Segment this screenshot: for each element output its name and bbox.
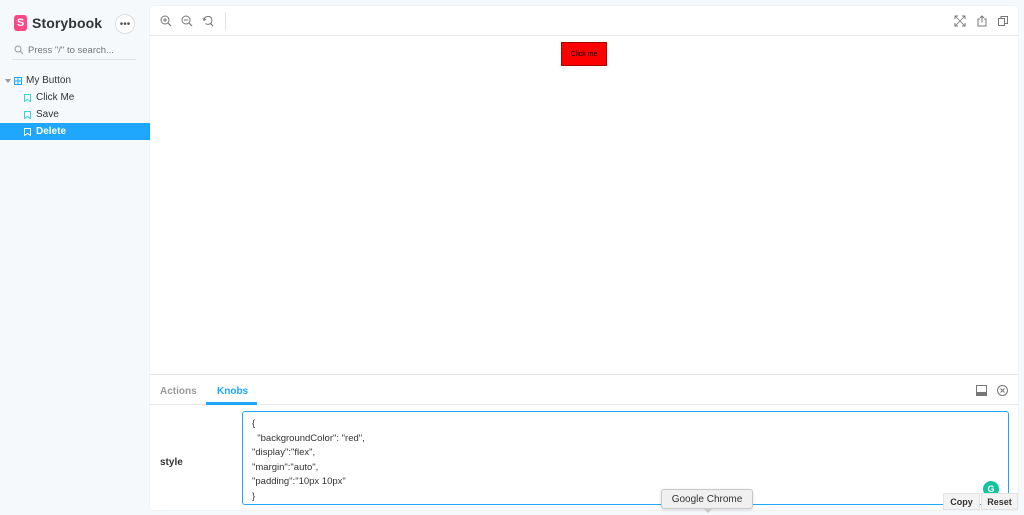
brand-title: Storybook xyxy=(32,15,103,31)
zoom-in-button[interactable] xyxy=(159,14,173,28)
addons-tabs: Actions Knobs xyxy=(150,375,1018,405)
storybook-logo-icon: S xyxy=(14,15,27,31)
toolbar-divider xyxy=(225,12,226,30)
brand[interactable]: S Storybook xyxy=(14,15,102,31)
search-input[interactable] xyxy=(28,44,133,56)
tab-actions[interactable]: Actions xyxy=(160,386,197,397)
share-icon xyxy=(977,15,987,27)
code-line: } xyxy=(252,490,256,502)
preview-canvas: Click me xyxy=(150,36,1018,374)
toolbar xyxy=(150,6,1018,36)
zoom-out-button[interactable] xyxy=(180,14,194,28)
fullscreen-button[interactable] xyxy=(953,14,967,28)
tooltip-tail xyxy=(703,508,713,513)
tree-item-save[interactable]: Save xyxy=(0,106,150,123)
tab-knobs[interactable]: Knobs xyxy=(217,386,248,397)
ellipsis-icon: ••• xyxy=(119,18,131,30)
code-line: "backgroundColor": "red", xyxy=(252,432,365,444)
tree-item-click-me[interactable]: Click Me xyxy=(0,89,150,106)
code-line: "padding":"10px 10px" xyxy=(252,476,346,487)
dock-tooltip: Google Chrome xyxy=(661,489,753,509)
search-bar[interactable] xyxy=(12,41,136,60)
caret-down-icon[interactable] xyxy=(5,78,11,83)
style-knob-textarea[interactable]: { "backgroundColor": "red", "display":"f… xyxy=(242,411,1009,505)
code-line: "margin":"auto", xyxy=(252,461,319,473)
main-panel: Click me Actions Knobs style {"backgrou… xyxy=(150,6,1018,510)
close-panel-icon xyxy=(997,385,1008,396)
copy-button[interactable]: Copy xyxy=(943,493,980,510)
tree-item-delete[interactable]: Delete xyxy=(0,123,150,140)
copy-link-button[interactable] xyxy=(996,14,1010,28)
panel-position-icon xyxy=(976,385,987,396)
close-panel-button[interactable] xyxy=(997,385,1009,397)
bookmark-icon xyxy=(24,127,31,136)
sidebar: S Storybook ••• My Button Click Me xyxy=(0,0,150,515)
tree-item-label: Delete xyxy=(36,126,67,137)
knob-label-style: style xyxy=(160,457,183,468)
fullscreen-icon xyxy=(954,15,966,27)
tree-item-label: My Button xyxy=(26,75,72,86)
zoom-reset-button[interactable] xyxy=(201,14,215,28)
component-icon xyxy=(14,76,22,85)
code-line: "display":"flex", xyxy=(252,447,316,458)
bookmark-icon xyxy=(24,93,31,102)
share-button[interactable] xyxy=(975,14,989,28)
panel-position-button[interactable] xyxy=(976,385,988,397)
tree-item-label: Click Me xyxy=(36,92,75,103)
code-line: { xyxy=(252,418,256,429)
active-tab-indicator xyxy=(206,402,257,405)
tree-item-label: Save xyxy=(36,109,59,120)
tree-item-my-button[interactable]: My Button xyxy=(0,72,150,89)
addons-panel: Actions Knobs style { "backgroundColor":… xyxy=(150,374,1018,510)
bookmark-icon xyxy=(24,110,31,119)
sidebar-menu-button[interactable]: ••• xyxy=(115,14,135,34)
zoom-out-icon xyxy=(181,15,193,27)
zoom-reset-icon xyxy=(202,15,214,27)
copy-icon xyxy=(998,16,1008,26)
story-tree: My Button Click Me Save Delete xyxy=(0,72,150,140)
zoom-in-icon xyxy=(160,15,172,27)
reset-button[interactable]: Reset xyxy=(981,493,1018,510)
preview-button[interactable]: Click me xyxy=(561,42,607,66)
search-icon xyxy=(14,45,24,55)
